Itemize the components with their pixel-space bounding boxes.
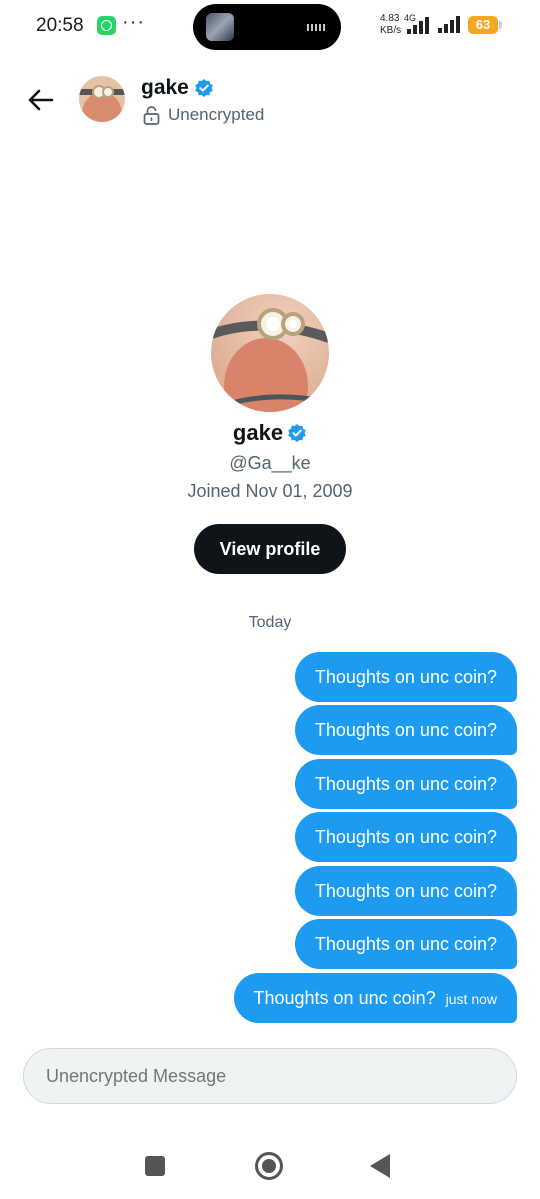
audio-wave-icon [307, 24, 325, 31]
message-bubble[interactable]: Thoughts on unc coin? [294, 866, 517, 916]
back-arrow-icon[interactable] [24, 84, 56, 116]
signal-icon-2 [438, 15, 460, 33]
system-nav-bar [0, 1140, 540, 1199]
more-dots-icon: ··· [122, 11, 145, 33]
message-text: Thoughts on unc coin? [314, 720, 497, 740]
message-bubble[interactable]: Thoughts on unc coin? [294, 919, 517, 969]
status-bar: 20:58 ··· 4.83 KB/s 4G 63 [0, 0, 540, 52]
profile-avatar[interactable] [211, 294, 329, 412]
profile-name-row: gake [0, 420, 540, 446]
encryption-status: Unencrypted [143, 105, 264, 125]
encryption-label: Unencrypted [168, 105, 265, 124]
message-bubble[interactable]: Thoughts on unc coin? just now [233, 973, 517, 1023]
message-bubble[interactable]: Thoughts on unc coin? [294, 812, 517, 862]
recent-apps-icon[interactable] [145, 1156, 165, 1176]
message-text: Thoughts on unc coin? [314, 667, 497, 687]
conversation-header: gake Unencrypted [0, 70, 540, 130]
signal-icon [407, 16, 429, 34]
net-speed: 4.83 KB/s [380, 13, 401, 37]
message-text: Thoughts on unc coin? [314, 881, 497, 901]
media-thumbnail [206, 13, 234, 41]
message-bubble[interactable]: Thoughts on unc coin? [294, 705, 517, 755]
message-text: Thoughts on unc coin? [314, 774, 497, 794]
verified-badge-icon [288, 424, 306, 442]
dynamic-island[interactable] [193, 4, 341, 50]
whatsapp-icon [97, 16, 116, 35]
message-text: Thoughts on unc coin? [314, 934, 497, 954]
net-speed-unit: KB/s [380, 25, 402, 36]
unlocked-padlock-icon [143, 105, 160, 125]
battery-icon: 63 [468, 16, 502, 34]
verified-badge-icon [195, 79, 213, 97]
message-bubble[interactable]: Thoughts on unc coin? [294, 652, 517, 702]
profile-handle: @Ga__ke [229, 453, 311, 473]
message-text: Thoughts on unc coin? [314, 827, 497, 847]
header-name: gake [141, 76, 189, 99]
net-speed-value: 4.83 [380, 13, 400, 24]
view-profile-button[interactable]: View profile [194, 524, 346, 574]
profile-joined-date: Joined Nov 01, 2009 [187, 481, 353, 501]
status-time: 20:58 [36, 15, 84, 36]
message-bubble[interactable]: Thoughts on unc coin? [294, 759, 517, 809]
message-composer[interactable] [23, 1048, 517, 1104]
nav-back-icon[interactable] [370, 1154, 390, 1178]
date-divider: Today [248, 614, 292, 631]
message-text: Thoughts on unc coin? [253, 988, 436, 1008]
header-name-row[interactable]: gake [141, 76, 214, 100]
home-icon[interactable] [255, 1152, 283, 1180]
avatar[interactable] [79, 76, 125, 122]
message-timestamp: just now [445, 991, 497, 1007]
profile-name: gake [232, 420, 284, 445]
message-input[interactable] [46, 1066, 516, 1087]
